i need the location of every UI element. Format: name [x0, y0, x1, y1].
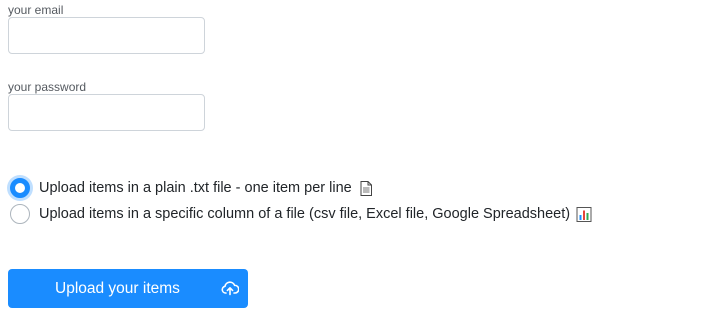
radio-option-txt-file[interactable]: Upload items in a plain .txt file - one … — [10, 177, 374, 199]
radio-option-text: Upload items in a specific column of a f… — [39, 206, 571, 222]
document-icon — [360, 180, 372, 196]
radio-option-label: Upload items in a specific column of a f… — [39, 206, 592, 223]
bar-chart-icon — [576, 206, 592, 222]
radio-button-txt-file[interactable] — [10, 178, 30, 198]
upload-button-label: Upload your items — [55, 280, 180, 297]
radio-option-file-column[interactable]: Upload items in a specific column of a f… — [10, 203, 592, 225]
password-label: your password — [8, 80, 87, 94]
password-field[interactable] — [8, 94, 205, 131]
upload-items-button[interactable]: Upload your items — [8, 269, 248, 308]
email-label: your email — [8, 3, 64, 17]
cloud-upload-icon — [221, 281, 239, 296]
upload-form: your email your password Upload items in… — [0, 0, 708, 323]
radio-button-file-column[interactable] — [10, 204, 30, 224]
radio-option-label: Upload items in a plain .txt file - one … — [39, 180, 374, 197]
radio-option-text: Upload items in a plain .txt file - one … — [39, 180, 352, 196]
email-field[interactable] — [8, 17, 205, 54]
